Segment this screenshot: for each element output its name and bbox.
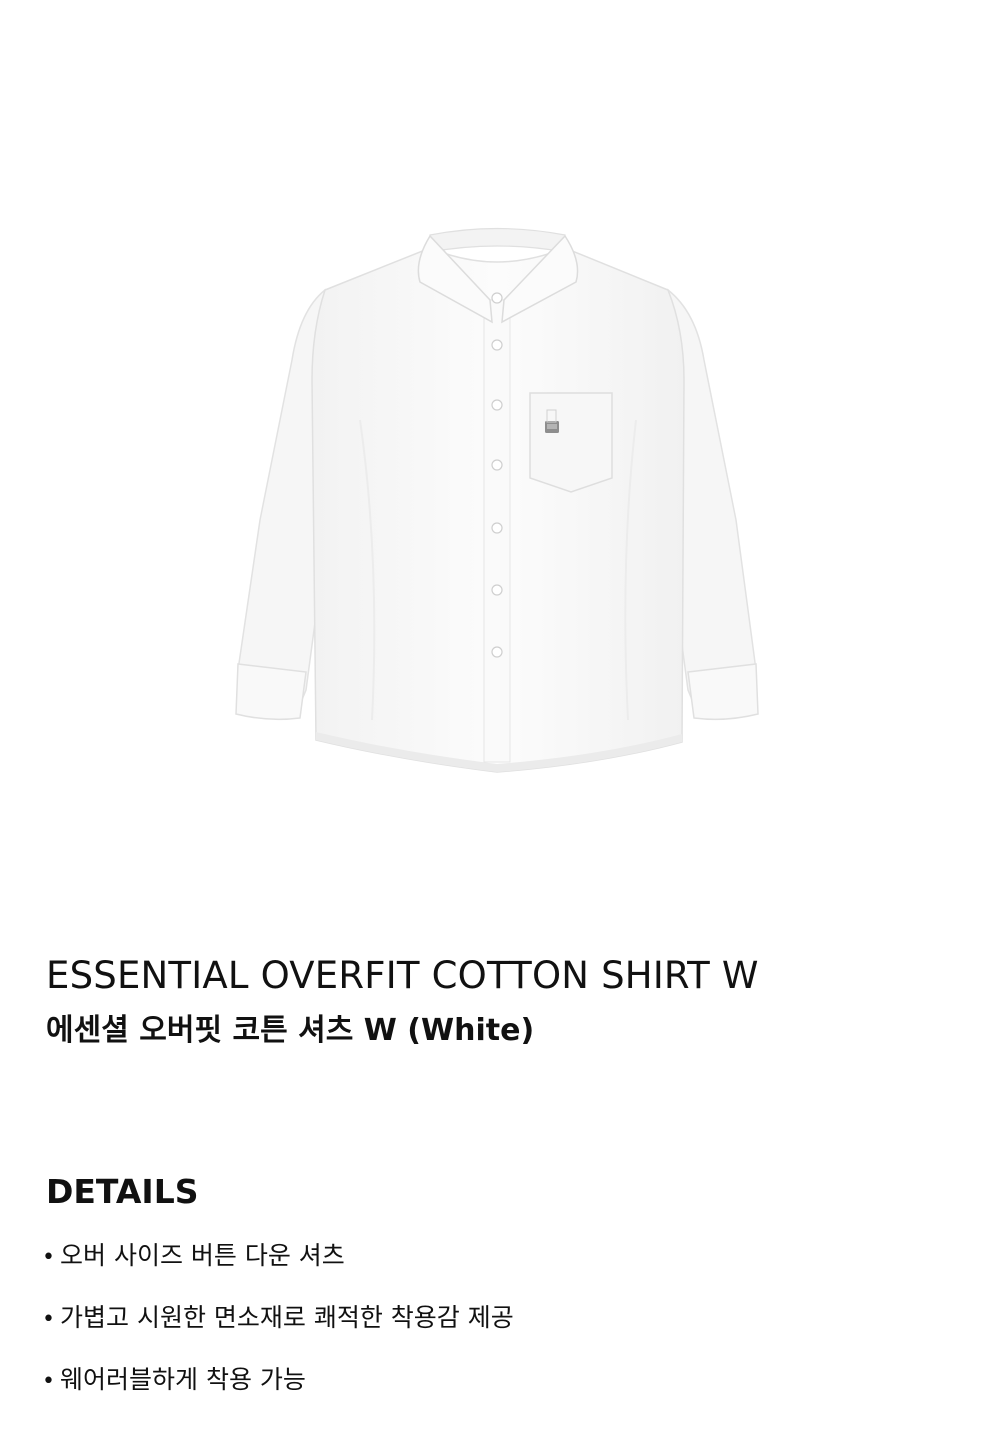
product-image — [0, 0, 1000, 900]
shirt-illustration — [235, 227, 759, 773]
detail-item: • 가볍고 시원한 면소재로 쾌적한 착용감 제공 — [42, 1298, 514, 1338]
right-cuff — [687, 663, 759, 721]
details-list: • 오버 사이즈 버튼 다운 셔츠 • 가볍고 시원한 면소재로 쾌적한 착용감 제… — [42, 1236, 514, 1422]
chest-pocket — [529, 392, 613, 493]
bullet-icon: • — [42, 1307, 55, 1332]
product-title: ESSENTIAL OVERFIT COTTON SHIRT W — [46, 954, 759, 997]
detail-item-text: 가볍고 시원한 면소재로 쾌적한 착용감 제공 — [60, 1303, 514, 1332]
product-subtitle: 에센셜 오버핏 코튼 셔츠 W (White) — [46, 1013, 535, 1048]
details-heading: DETAILS — [46, 1172, 199, 1211]
detail-item-text: 오버 사이즈 버튼 다운 셔츠 — [60, 1241, 345, 1270]
bullet-icon: • — [42, 1369, 55, 1394]
left-cuff — [235, 663, 307, 721]
detail-item: • 오버 사이즈 버튼 다운 셔츠 — [42, 1236, 514, 1276]
detail-item: • 웨어러블하게 착용 가능 — [42, 1360, 514, 1400]
bullet-icon: • — [42, 1245, 55, 1270]
detail-item-text: 웨어러블하게 착용 가능 — [60, 1365, 306, 1394]
